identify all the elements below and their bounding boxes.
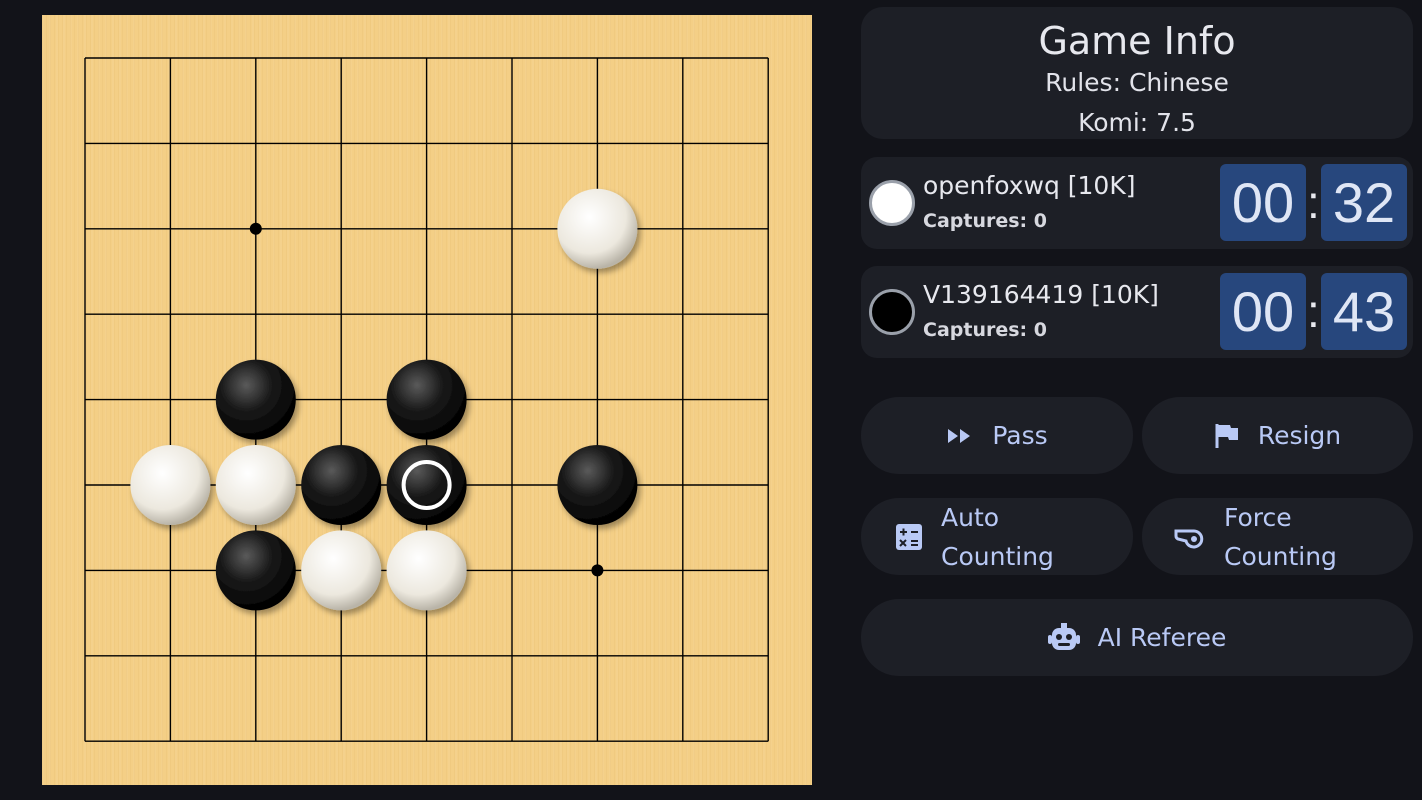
white-stone — [386, 530, 467, 611]
player-name: V139164419 [10K] — [923, 280, 1159, 309]
robot-icon — [1047, 622, 1080, 650]
clock-minutes: 00 — [1220, 164, 1306, 241]
clock-seconds: 32 — [1321, 164, 1407, 241]
whistle-icon — [1174, 529, 1204, 548]
star-point — [591, 564, 604, 577]
rules-text: Rules: Chinese — [1045, 68, 1229, 97]
auto-counting-label-line1: Auto — [941, 502, 1000, 532]
pass-label: Pass — [992, 421, 1048, 450]
force-counting-label-line2: Counting — [1224, 541, 1337, 571]
player-card-white: openfoxwq [10K] Captures: 0 00 : 32 — [861, 157, 1413, 249]
fast-forward-icon — [948, 428, 971, 443]
game-info-card: Game Info Rules: Chinese Komi: 7.5 — [861, 7, 1413, 139]
player-name: openfoxwq [10K] — [923, 171, 1136, 200]
black-stone — [301, 445, 382, 525]
star-point — [249, 222, 262, 235]
black-stone — [557, 445, 638, 525]
black-stone — [215, 530, 296, 611]
black-stone — [386, 359, 467, 440]
calculator-icon — [896, 523, 922, 550]
clock-minutes: 00 — [1220, 273, 1306, 350]
clock-separator: : — [1307, 285, 1320, 337]
clock-seconds: 43 — [1321, 273, 1407, 350]
game-info-title: Game Info — [1038, 19, 1236, 63]
black-stone — [215, 359, 296, 440]
flag-icon — [1215, 423, 1238, 448]
go-board[interactable] — [42, 15, 812, 785]
clock-separator: : — [1307, 176, 1320, 228]
player-card-black: V139164419 [10K] Captures: 0 00 : 43 — [861, 266, 1413, 358]
white-stone-icon — [869, 180, 915, 226]
ai-referee-button[interactable]: AI Referee — [861, 599, 1413, 676]
board-grid[interactable] — [42, 15, 812, 785]
player-captures: Captures: 0 — [923, 210, 1047, 232]
resign-label: Resign — [1257, 421, 1342, 450]
white-stone — [215, 445, 296, 525]
black-stone-icon — [869, 289, 915, 335]
white-stone — [130, 445, 211, 525]
ai-referee-label: AI Referee — [1097, 623, 1227, 652]
resign-button[interactable]: Resign — [1142, 397, 1413, 474]
auto-counting-button[interactable]: Auto Counting — [861, 498, 1133, 575]
player-captures: Captures: 0 — [923, 319, 1047, 341]
force-counting-label-line1: Force — [1224, 502, 1292, 532]
white-stone — [557, 188, 638, 269]
pass-button[interactable]: Pass — [861, 397, 1133, 474]
auto-counting-label-line2: Counting — [941, 541, 1054, 571]
white-stone — [301, 530, 382, 611]
black-stone — [386, 445, 467, 525]
komi-text: Komi: 7.5 — [1078, 108, 1196, 137]
force-counting-button[interactable]: Force Counting — [1142, 498, 1413, 575]
